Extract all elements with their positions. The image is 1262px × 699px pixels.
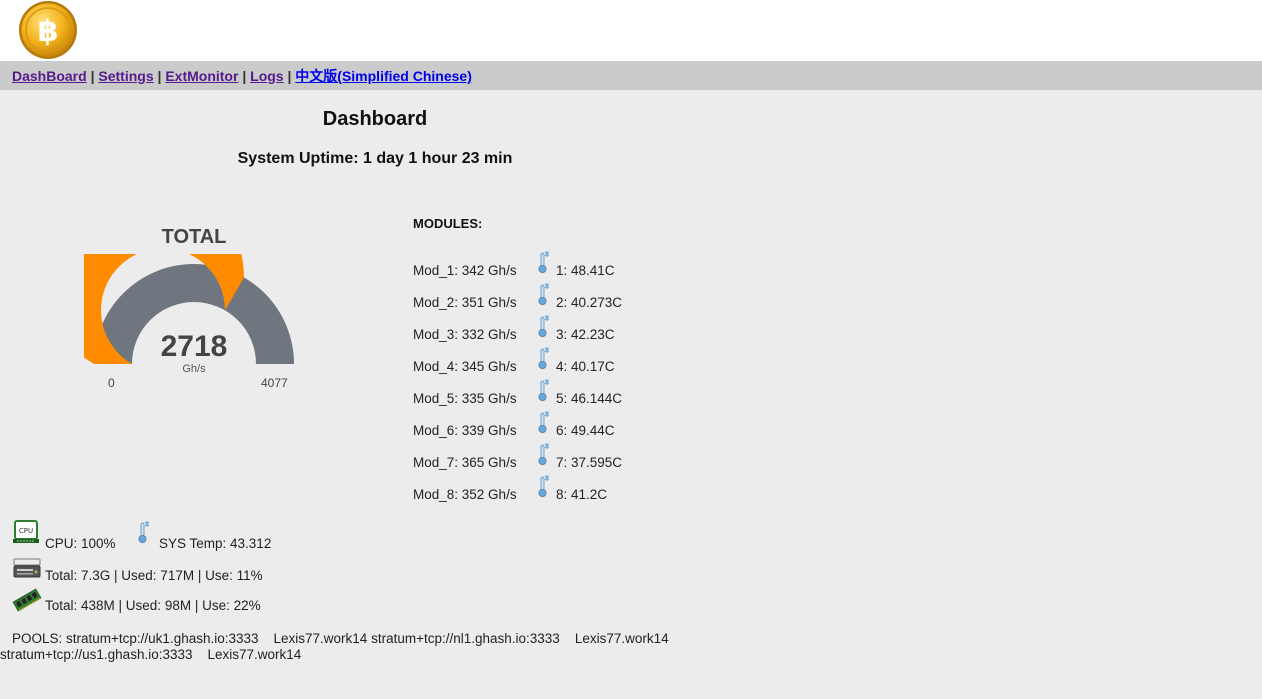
bitcoin-logo-icon: ฿ <box>19 1 77 59</box>
nav-separator: | <box>90 68 95 84</box>
gauge-value: 2718 <box>160 330 228 363</box>
gauge-title: TOTAL <box>161 226 227 248</box>
gauge-max-label: 4077 <box>261 376 288 390</box>
pools-info: POOLS: stratum+tcp://uk1.ghash.io:3333 L… <box>0 631 720 663</box>
module-hashrate: Mod_8: 352 Gh/s <box>413 487 517 502</box>
module-hashrate: Mod_2: 351 Gh/s <box>413 295 517 310</box>
module-row: Mod_4: 345 Gh/s 4: 40.17C <box>413 346 653 378</box>
disk-usage: Total: 7.3G | Used: 717M | Use: 11% <box>45 568 263 583</box>
thermometer-icon <box>538 315 550 337</box>
thermometer-icon <box>538 443 550 465</box>
nav-separator: | <box>242 68 247 84</box>
thermometer-icon <box>538 379 550 401</box>
system-uptime: System Uptime: 1 day 1 hour 23 min <box>237 150 513 167</box>
svg-text:฿: ฿ <box>38 14 59 49</box>
module-hashrate: Mod_4: 345 Gh/s <box>413 359 517 374</box>
nav-separator: | <box>157 68 162 84</box>
thermometer-icon <box>538 475 550 497</box>
module-row: Mod_7: 365 Gh/s 7: 37.595C <box>413 442 653 474</box>
module-row: Mod_8: 352 Gh/s 8: 41.2C <box>413 474 653 506</box>
module-row: Mod_5: 335 Gh/s 5: 46.144C <box>413 378 653 410</box>
memory-status-row: Total: 438M | Used: 98M | Use: 22% <box>12 587 312 615</box>
cpu-chip-icon: CPU <box>13 520 39 543</box>
gauge-unit: Gh/s <box>182 363 206 375</box>
thermometer-icon <box>538 411 550 433</box>
module-temperature: 5: 46.144C <box>556 391 623 406</box>
thermometer-icon <box>538 251 550 273</box>
svg-text:CPU: CPU <box>19 527 33 535</box>
system-temperature: SYS Temp: 43.312 <box>159 536 272 551</box>
module-hashrate: Mod_7: 365 Gh/s <box>413 455 517 470</box>
nav-link-dashboard[interactable]: DashBoard <box>12 68 87 84</box>
module-temperature: 4: 40.17C <box>556 359 615 374</box>
module-temperature: 1: 48.41C <box>556 263 615 278</box>
nav-separator: | <box>287 68 292 84</box>
pools-line-1: POOLS: stratum+tcp://uk1.ghash.io:3333 L… <box>12 631 669 646</box>
module-temperature: 2: 40.273C <box>556 295 623 310</box>
disk-status-row: Total: 7.3G | Used: 717M | Use: 11% <box>12 557 312 585</box>
pools-line-2: stratum+tcp://us1.ghash.io:3333 Lexis77.… <box>0 647 302 662</box>
nav-link-settings[interactable]: Settings <box>98 68 153 84</box>
module-row: Mod_2: 351 Gh/s 2: 40.273C <box>413 282 653 314</box>
nav-link-extmonitor[interactable]: ExtMonitor <box>165 68 238 84</box>
memory-usage: Total: 438M | Used: 98M | Use: 22% <box>45 598 261 613</box>
module-hashrate: Mod_6: 339 Gh/s <box>413 423 517 438</box>
thermometer-icon <box>538 283 550 305</box>
module-temperature: 7: 37.595C <box>556 455 623 470</box>
module-temperature: 6: 49.44C <box>556 423 615 438</box>
nav-bar: DashBoard | Settings | ExtMonitor | Logs… <box>0 61 1262 90</box>
modules-title: MODULES: <box>413 216 483 231</box>
gauge-min-label: 0 <box>108 376 115 390</box>
page-title: Dashboard <box>322 108 428 130</box>
modules-list: Mod_1: 342 Gh/s 1: 48.41C Mod_2: 351 Gh/s 2… <box>413 250 653 506</box>
nav-link-chinese[interactable]: 中文版(Simplified Chinese) <box>295 68 472 84</box>
module-row: Mod_1: 342 Gh/s 1: 48.41C <box>413 250 653 282</box>
nav-links: DashBoard | Settings | ExtMonitor | Logs… <box>12 66 472 86</box>
top-header-bar: ฿ <box>0 0 1262 61</box>
module-row: Mod_6: 339 Gh/s 6: 49.44C <box>413 410 653 442</box>
module-temperature: 3: 42.23C <box>556 327 615 342</box>
module-hashrate: Mod_3: 332 Gh/s <box>413 327 517 342</box>
module-row: Mod_3: 332 Gh/s 3: 42.23C <box>413 314 653 346</box>
cpu-usage: CPU: 100% <box>45 536 116 551</box>
hard-drive-icon <box>13 558 41 578</box>
module-hashrate: Mod_1: 342 Gh/s <box>413 263 517 278</box>
memory-module-icon <box>12 588 42 612</box>
thermometer-icon <box>138 521 150 543</box>
module-hashrate: Mod_5: 335 Gh/s <box>413 391 517 406</box>
cpu-status-row: CPU CPU: 100% SYS Temp: 43.312 <box>12 519 312 551</box>
thermometer-icon <box>538 347 550 369</box>
module-temperature: 8: 41.2C <box>556 487 608 502</box>
nav-link-logs[interactable]: Logs <box>250 68 283 84</box>
